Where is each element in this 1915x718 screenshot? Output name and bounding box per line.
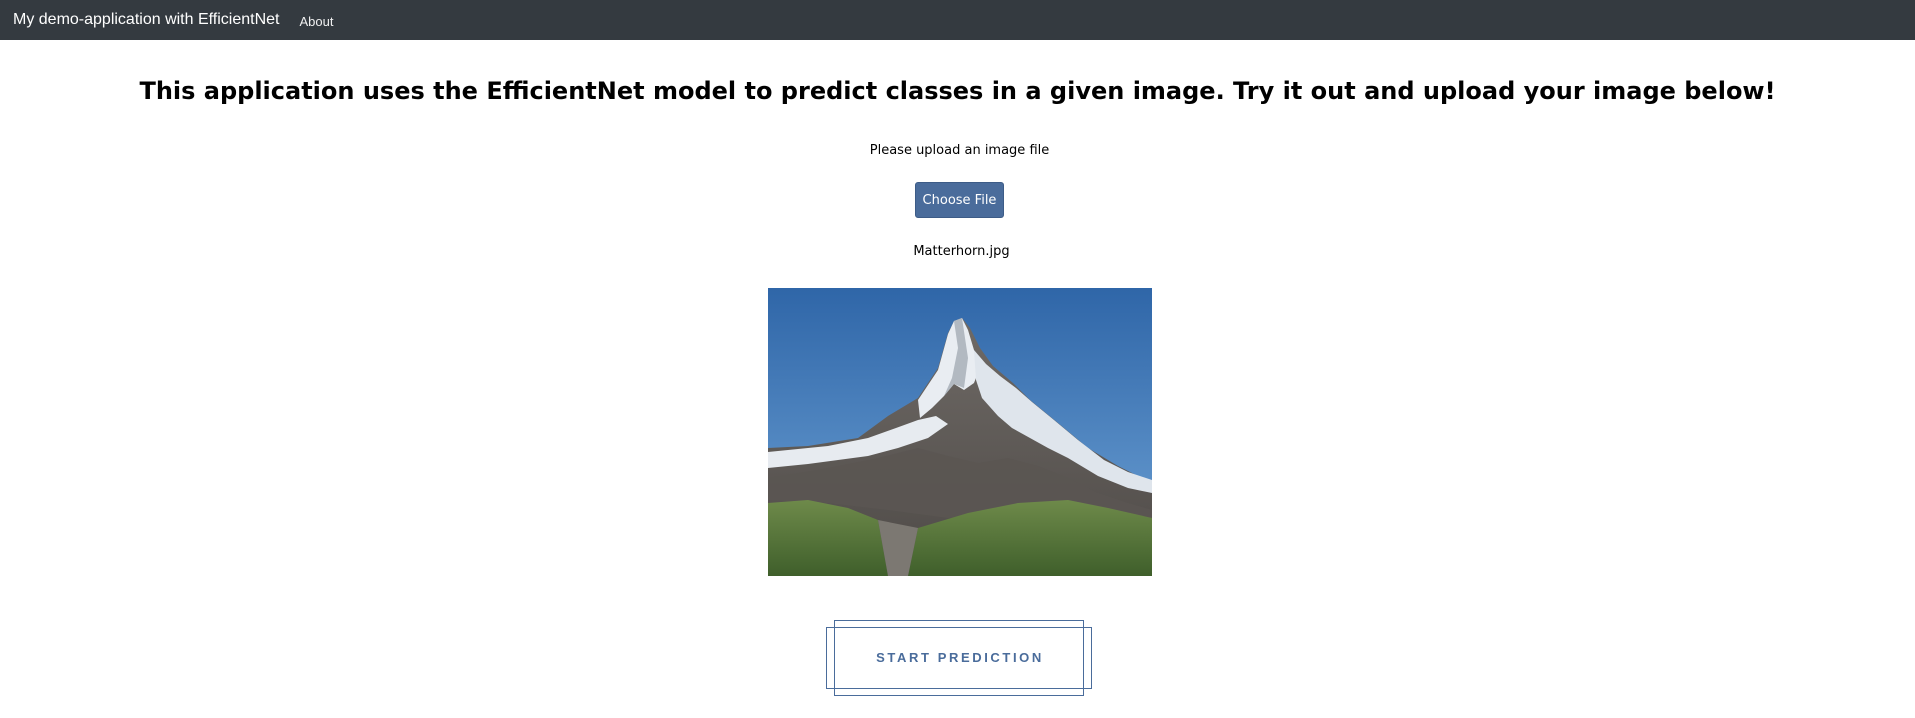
- nav-link-about[interactable]: About: [300, 14, 334, 29]
- upload-prompt: Please upload an image file: [869, 143, 1050, 158]
- start-prediction-button[interactable]: START PREDICTION: [826, 620, 1094, 700]
- choose-file-button[interactable]: Choose File: [915, 182, 1004, 218]
- navbar-brand[interactable]: My demo-application with EfficientNet: [13, 11, 280, 29]
- predict-button-label: START PREDICTION: [876, 650, 1044, 665]
- selected-file-name: Matterhorn.jpg: [913, 244, 1010, 259]
- page-headline: This application uses the EfficientNet m…: [139, 77, 1776, 105]
- navbar: My demo-application with EfficientNet Ab…: [0, 0, 1915, 40]
- matterhorn-photo: [768, 288, 1152, 576]
- image-preview: [768, 288, 1152, 576]
